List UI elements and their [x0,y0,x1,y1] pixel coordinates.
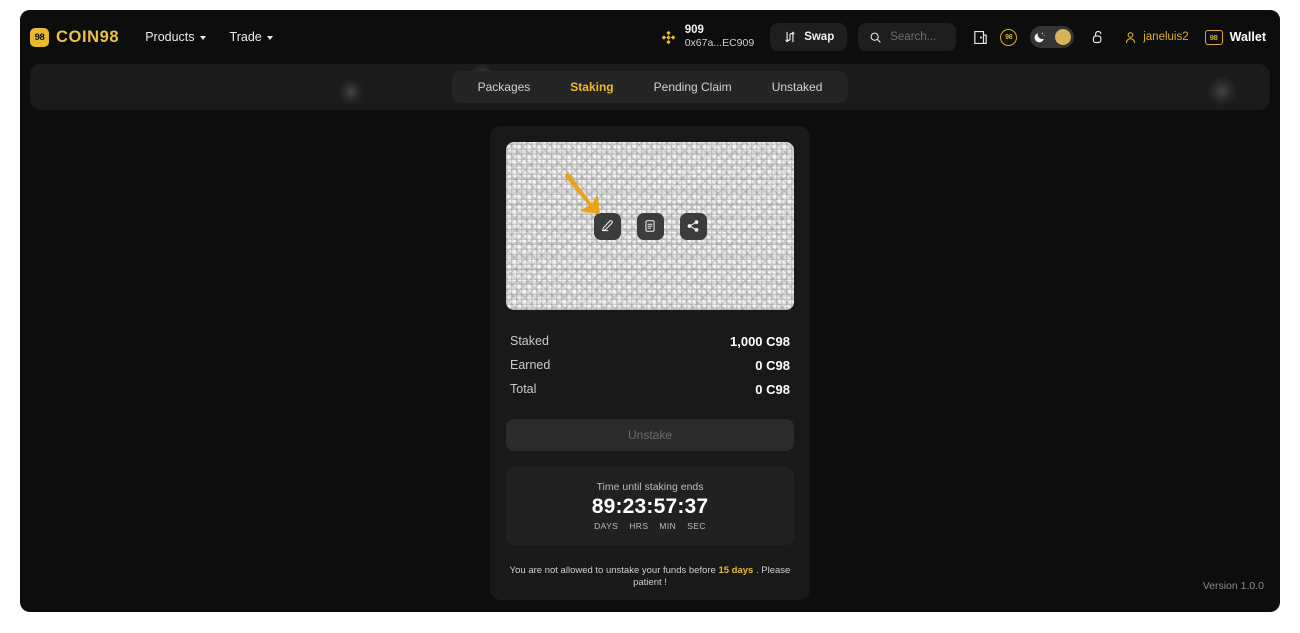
stats-list: Staked 1,000 C98 Earned 0 C98 Total 0 C9… [506,329,794,401]
unstake-warning: You are not allowed to unstake your fund… [506,565,794,590]
stat-value-earned: 0 C98 [755,357,790,373]
countdown-units: DAYS HRS MIN SEC [594,521,706,531]
wallet-button[interactable]: 98 Wallet [1204,29,1266,45]
stat-label-staked: Staked [510,334,549,348]
stat-row-staked: Staked 1,000 C98 [510,329,790,353]
stat-row-total: Total 0 C98 [510,377,790,401]
sparkle-decoration-icon [338,79,364,105]
countdown-title: Time until staking ends [596,481,704,493]
nft-artwork [506,142,794,310]
countdown-unit-min: MIN [659,521,677,531]
wallet-address: 0x67a...EC909 [684,37,755,50]
moon-icon [1034,32,1045,42]
network-selector[interactable]: 909 0x67a...EC909 [660,24,754,50]
stat-label-earned: Earned [510,358,551,372]
version-label: Version 1.0.0 [1202,580,1264,592]
warning-highlight: 15 days [718,565,754,576]
tab-staking[interactable]: Staking [550,71,633,103]
stat-value-staked: 1,000 C98 [730,333,790,349]
brand-name: COIN98 [56,27,120,46]
share-button[interactable] [679,212,707,240]
wallet-label: Wallet [1229,30,1266,44]
top-header: 98 COIN98 Products Trade 909 0x67a...EC9… [20,10,1280,64]
swap-button[interactable]: Swap [770,23,848,51]
search-icon [870,32,881,43]
swap-icon [785,31,795,43]
nav-item-products[interactable]: Products [145,30,206,44]
tab-packages[interactable]: Packages [458,71,551,103]
tab-unstaked[interactable]: Unstaked [752,71,843,103]
user-name: janeluis2 [1143,31,1189,43]
edit-pencil-icon [602,220,613,232]
tab-pending-claim[interactable]: Pending Claim [634,71,752,103]
sun-icon [1055,29,1072,45]
unstake-button[interactable]: Unstake [506,419,794,451]
theme-toggle[interactable] [1030,26,1075,48]
network-text: 909 0x67a...EC909 [685,24,754,50]
details-button[interactable] [636,212,664,240]
countdown-panel: Time until staking ends 89:23:57:37 DAYS… [506,467,794,545]
stat-value-total: 0 C98 [755,381,790,397]
points-badge-icon[interactable]: 98 [1000,28,1018,46]
search-input[interactable]: Search... [858,23,957,51]
unlock-icon-glyph [1093,30,1102,44]
coin98-logo-icon: 98 [30,27,49,47]
chevron-down-icon [199,36,206,40]
nav-item-trade-label: Trade [229,30,262,44]
search-placeholder: Search... [890,31,937,43]
book-icon-glyph [973,30,987,44]
countdown-time: 89:23:57:37 [591,495,709,518]
tabs-banner: Packages Staking Pending Claim Unstaked [30,64,1270,110]
person-icon [1126,31,1136,43]
tab-bar: Packages Staking Pending Claim Unstaked [451,71,849,103]
brand-logo[interactable]: 98 COIN98 [30,27,120,47]
app-shell: 98 COIN98 Products Trade 909 0x67a...EC9… [20,10,1280,612]
sparkle-decoration-icon [1207,76,1237,106]
user-menu[interactable]: janeluis2 [1123,30,1189,45]
stat-row-earned: Earned 0 C98 [510,353,790,377]
share-icon [687,220,699,232]
countdown-unit-sec: SEC [687,521,706,531]
nav-item-products-label: Products [145,30,195,44]
network-name: 909 [684,24,704,37]
book-icon[interactable] [969,26,991,48]
binance-diamond-icon [661,30,676,44]
stat-label-total: Total [510,382,537,396]
swap-label: Swap [804,31,835,43]
chevron-down-icon [266,36,273,40]
document-icon [645,220,655,232]
staking-package-card: Staked 1,000 C98 Earned 0 C98 Total 0 C9… [490,126,810,600]
warning-prefix: You are not allowed to unstake your fund… [509,565,719,576]
nav-item-trade[interactable]: Trade [230,30,273,44]
edit-button[interactable] [593,212,621,240]
nft-action-bar [593,212,707,240]
unlock-icon[interactable] [1087,26,1109,48]
countdown-unit-days: DAYS [594,521,619,531]
wallet-badge-icon: 98 [1204,29,1223,45]
main-content: Staked 1,000 C98 Earned 0 C98 Total 0 C9… [20,110,1280,600]
countdown-unit-hrs: HRS [629,521,649,531]
